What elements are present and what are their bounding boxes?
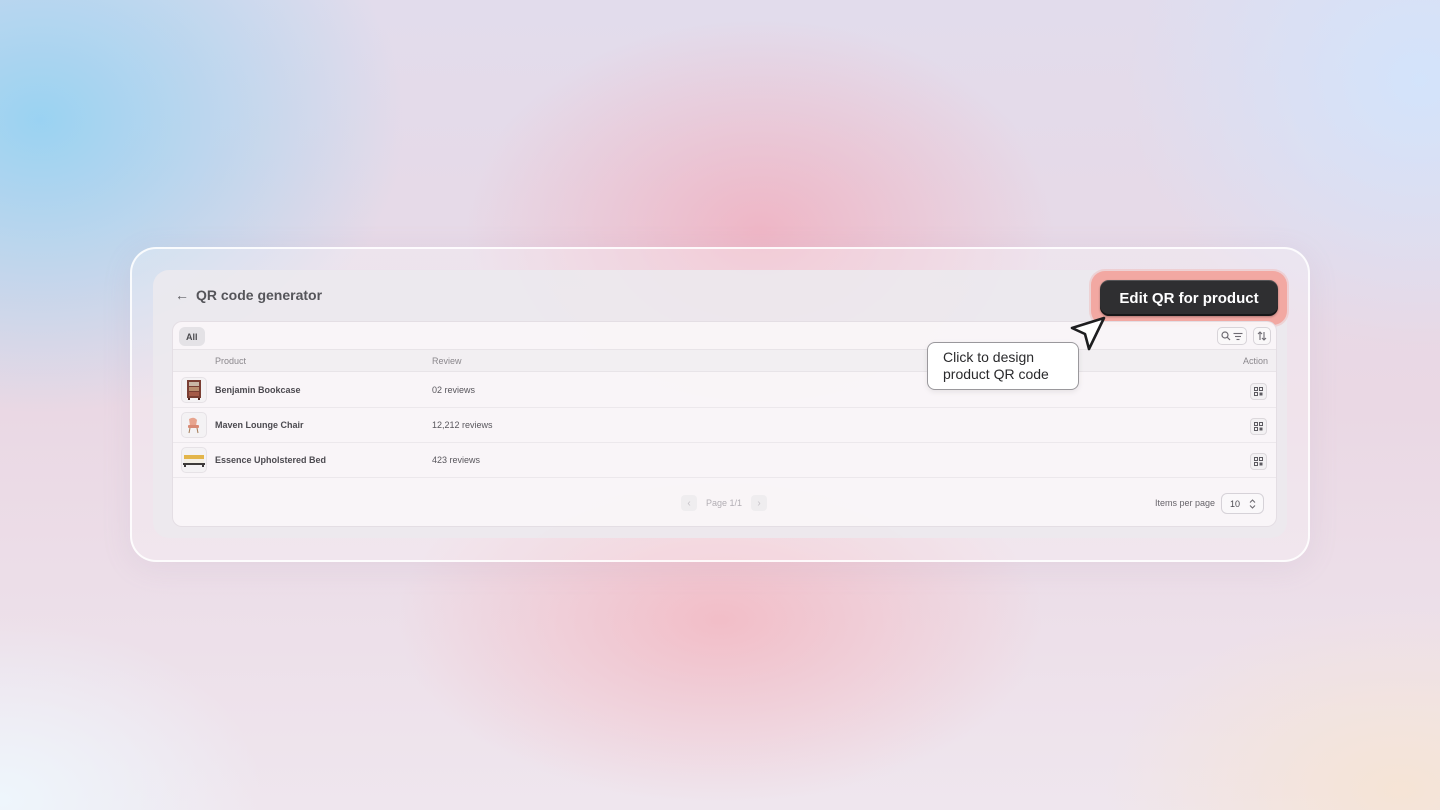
product-thumbnail bbox=[181, 447, 207, 473]
tooltip-line: Click to design bbox=[943, 349, 1035, 365]
column-header-product[interactable]: Product bbox=[215, 356, 246, 366]
items-per-page-label: Items per page bbox=[1155, 498, 1216, 508]
back-link[interactable]: ← QR code generator bbox=[175, 285, 322, 305]
review-count: 12,212 reviews bbox=[432, 420, 493, 430]
review-count: 02 reviews bbox=[432, 385, 476, 395]
products-card: All Product Review Action Benjamin Bookc… bbox=[172, 321, 1277, 527]
edit-qr-button[interactable]: Edit QR for product bbox=[1100, 280, 1278, 316]
qr-action-button[interactable] bbox=[1250, 453, 1267, 470]
product-thumbnail bbox=[181, 412, 207, 438]
qr-code-icon bbox=[1254, 457, 1263, 466]
column-header-review[interactable]: Review bbox=[432, 356, 462, 366]
filter-icon bbox=[1233, 332, 1243, 340]
bed-icon bbox=[183, 455, 205, 467]
product-name[interactable]: Essence Upholstered Bed bbox=[215, 455, 326, 465]
page-indicator: Page 1/1 bbox=[706, 498, 743, 508]
table-header: Product Review Action bbox=[173, 350, 1276, 372]
chair-icon bbox=[188, 417, 199, 434]
qr-code-icon bbox=[1254, 422, 1263, 431]
next-page-button[interactable]: › bbox=[751, 495, 768, 511]
review-count: 423 reviews bbox=[432, 455, 481, 465]
items-per-page-select[interactable]: 10 bbox=[1221, 492, 1265, 514]
search-icon bbox=[1221, 331, 1231, 341]
table-row[interactable]: Benjamin Bookcase 02 reviews bbox=[173, 373, 1276, 408]
sort-icon bbox=[1257, 331, 1267, 341]
items-per-page: Items per page 10 bbox=[1155, 492, 1265, 514]
prev-page-button[interactable]: ‹ bbox=[681, 495, 697, 511]
card-toolbar: All bbox=[173, 322, 1276, 350]
items-per-page-value: 10 bbox=[1230, 498, 1241, 509]
tab-all[interactable]: All bbox=[179, 327, 205, 346]
qr-action-button[interactable] bbox=[1250, 418, 1267, 435]
qr-code-icon bbox=[1254, 387, 1263, 396]
table-row[interactable]: Maven Lounge Chair 12,212 reviews bbox=[173, 408, 1276, 443]
pagination: ‹ Page 1/1 › bbox=[681, 495, 768, 511]
bookcase-icon bbox=[187, 380, 201, 400]
table-row[interactable]: Essence Upholstered Bed 423 reviews bbox=[173, 443, 1276, 478]
qr-action-button[interactable] bbox=[1250, 383, 1267, 400]
page-title: QR code generator bbox=[196, 287, 323, 303]
product-thumbnail bbox=[181, 377, 207, 403]
cursor-arrow-icon bbox=[1070, 316, 1106, 351]
chevron-updown-icon bbox=[1249, 498, 1256, 509]
chevron-left-icon: ‹ bbox=[687, 497, 691, 509]
tooltip: Click to design product QR code bbox=[927, 342, 1079, 390]
column-header-action: Action bbox=[1242, 356, 1268, 366]
product-name[interactable]: Maven Lounge Chair bbox=[215, 420, 304, 430]
sort-button[interactable] bbox=[1253, 327, 1271, 345]
tooltip-line: product QR code bbox=[943, 366, 1049, 382]
chevron-right-icon: › bbox=[757, 497, 761, 509]
arrow-left-icon[interactable]: ← bbox=[175, 288, 189, 302]
product-name[interactable]: Benjamin Bookcase bbox=[215, 385, 301, 395]
search-filter-button[interactable] bbox=[1217, 327, 1247, 345]
